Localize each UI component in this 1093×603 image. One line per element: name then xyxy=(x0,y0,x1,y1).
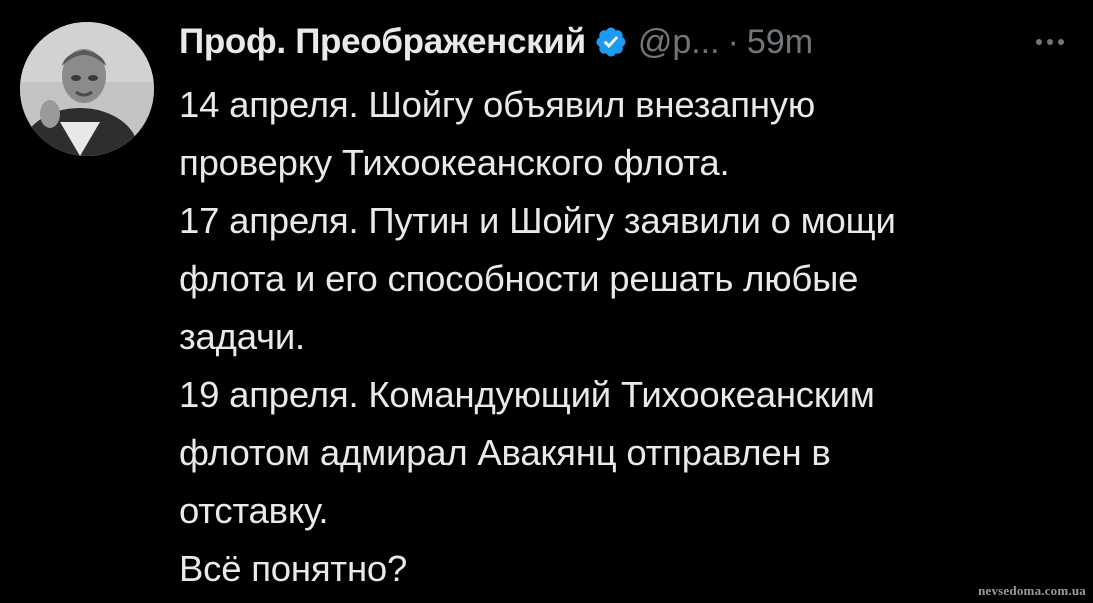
post-text-line: 14 апреля. Шойгу объявил внезапную xyxy=(179,84,815,125)
post-text-line: 17 апреля. Путин и Шойгу заявили о мощи xyxy=(179,200,896,241)
watermark: nevsedoma.com.ua xyxy=(978,583,1086,598)
more-options-icon[interactable] xyxy=(1036,39,1064,45)
author-display-name[interactable]: Проф. Преображенский xyxy=(179,22,586,62)
post-text-line: отставку. xyxy=(179,490,329,531)
post-header: Проф. Преображенский @p... · 59m xyxy=(179,18,1084,66)
avatar-photo xyxy=(20,22,154,156)
header-separator: · xyxy=(727,22,739,61)
post-text-line: флотом адмирал Авакянц отправлен в xyxy=(179,432,831,473)
post-text: 14 апреля. Шойгу объявил внезапную прове… xyxy=(179,76,1084,598)
author-avatar[interactable] xyxy=(20,22,154,156)
verified-badge-icon xyxy=(594,25,628,59)
post-text-line: 19 апреля. Командующий Тихоокеанским xyxy=(179,374,875,415)
post-text-line: флота и его способности решать любые xyxy=(179,258,859,299)
post-text-line: Всё понятно? xyxy=(179,548,408,589)
post: Проф. Преображенский @p... · 59m 14 апре… xyxy=(179,18,1084,598)
post-text-line: проверку Тихоокеанского флота. xyxy=(179,142,730,183)
author-handle[interactable]: @p... xyxy=(638,23,720,62)
post-timestamp[interactable]: 59m xyxy=(747,23,813,62)
post-text-line: задачи. xyxy=(179,316,305,357)
